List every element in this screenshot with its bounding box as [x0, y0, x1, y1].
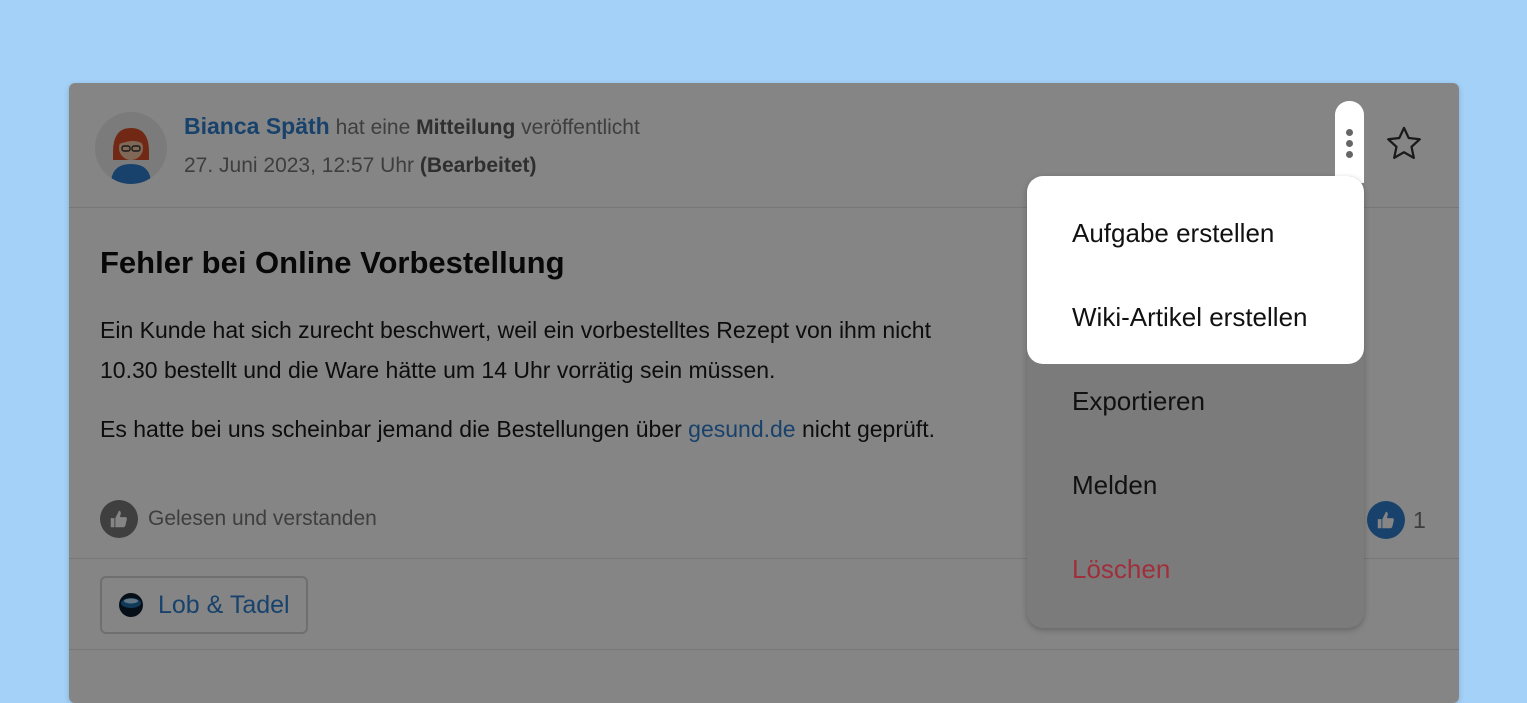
menu-item-delete[interactable]: Löschen [1072, 554, 1170, 585]
menu-item-create-wiki-article[interactable]: Wiki-Artikel erstellen [1072, 302, 1308, 333]
menu-item-create-task[interactable]: Aufgabe erstellen [1072, 218, 1274, 249]
more-vertical-icon[interactable] [1335, 101, 1364, 183]
menu-item-export[interactable]: Exportieren [1072, 386, 1205, 417]
context-menu: Aufgabe erstellen Wiki-Artikel erstellen… [1027, 176, 1364, 628]
menu-highlight [1027, 176, 1364, 364]
more-dot [1346, 129, 1353, 136]
more-dot [1346, 151, 1353, 158]
menu-item-report[interactable]: Melden [1072, 470, 1157, 501]
more-dot [1346, 140, 1353, 147]
